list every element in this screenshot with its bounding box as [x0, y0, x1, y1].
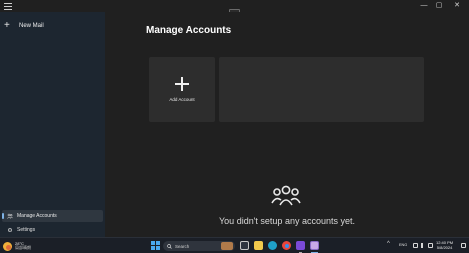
sidebar-item-settings[interactable]: Settings: [2, 224, 103, 236]
main-content: Manage Accounts Add Account You didn't s…: [105, 12, 469, 237]
taskbar-search-box[interactable]: Search: [163, 241, 235, 251]
search-highlight-image: [221, 242, 233, 250]
battery-icon[interactable]: [428, 243, 433, 248]
taskbar: 28°C 局部晴朗 Search ^ ENG 12:40 PM 5/8/2024: [0, 237, 469, 253]
plus-icon: +: [4, 20, 10, 31]
selection-indicator: [2, 213, 4, 219]
sidebar-item-label: Settings: [17, 227, 36, 233]
start-windows-icon[interactable]: [151, 241, 160, 250]
mail-app-icon[interactable]: [310, 241, 319, 250]
account-placeholder-card: [219, 57, 424, 122]
gear-icon: [8, 228, 12, 232]
chrome-browser-icon[interactable]: [282, 241, 291, 250]
sidebar-item-label: Manage Accounts: [17, 213, 57, 219]
task-view-icon[interactable]: [240, 241, 249, 250]
hamburger-menu-icon[interactable]: [4, 3, 12, 10]
new-mail-button[interactable]: + New Mail: [4, 20, 44, 32]
edge-browser-icon[interactable]: [268, 241, 277, 250]
title-bar: — ▢ ✕: [0, 0, 469, 14]
plus-icon: [175, 77, 189, 91]
weather-widget[interactable]: 28°C 局部晴朗: [3, 240, 31, 252]
network-icon[interactable]: [413, 243, 418, 248]
people-icon: [7, 213, 13, 219]
sidebar-item-manage-accounts[interactable]: Manage Accounts: [2, 210, 103, 222]
search-label: Search: [175, 243, 190, 249]
search-icon: [167, 243, 172, 249]
weather-description: 局部晴朗: [15, 245, 31, 250]
empty-state-message: You didn't setup any accounts yet.: [219, 216, 355, 226]
sidebar: + New Mail Manage Accounts Settings: [0, 12, 105, 237]
tray-overflow-chevron-icon[interactable]: ^: [387, 241, 390, 247]
page-title: Manage Accounts: [146, 25, 232, 36]
people-group-icon: [271, 185, 301, 206]
notification-icon[interactable]: [461, 243, 466, 248]
system-clock[interactable]: 12:40 PM 5/8/2024: [436, 240, 453, 250]
weather-icon: [3, 241, 12, 251]
volume-icon[interactable]: [421, 243, 426, 248]
maximize-button[interactable]: ▢: [433, 1, 445, 11]
mail-app-window: — ▢ ✕ + New Mail Manage Accounts Setting…: [0, 0, 469, 237]
new-mail-label: New Mail: [19, 23, 44, 29]
add-account-label: Add Account: [169, 97, 195, 102]
clock-date: 5/8/2024: [436, 245, 453, 250]
add-account-button[interactable]: Add Account: [149, 57, 215, 122]
close-button[interactable]: ✕: [451, 1, 463, 11]
minimize-button[interactable]: —: [418, 1, 430, 11]
input-language[interactable]: ENG: [399, 243, 407, 247]
file-explorer-icon[interactable]: [254, 241, 263, 250]
visual-studio-icon[interactable]: [296, 241, 305, 250]
